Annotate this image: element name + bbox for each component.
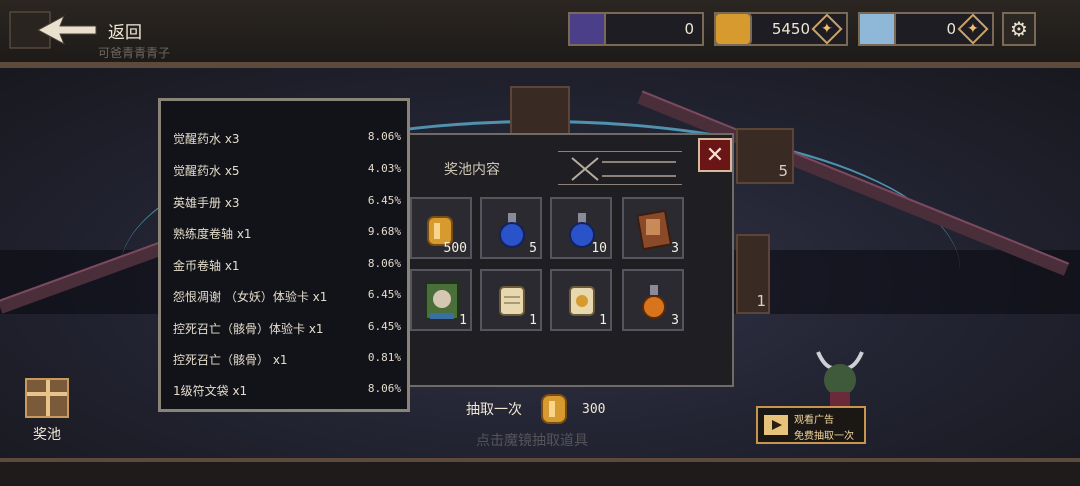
add-gold-button[interactable]: ✦ bbox=[811, 13, 843, 45]
prize-pool-panel: 奖池内容 ✕ 500 5 10 3 1 1 1 3 bbox=[404, 133, 734, 387]
back-arrow-icon bbox=[8, 8, 100, 52]
prize-item[interactable]: 1 bbox=[550, 269, 612, 331]
card-slot-side: 1 bbox=[736, 234, 770, 314]
list-item: 熟练度卷轴 x1 9.68% bbox=[173, 225, 401, 241]
pool-label: 奖池 bbox=[33, 427, 61, 443]
back-label: 返回 bbox=[108, 22, 142, 43]
item-qty: 3 bbox=[671, 313, 679, 328]
demon-mascot-icon bbox=[816, 351, 864, 408]
gold-coin-icon bbox=[714, 12, 752, 46]
card-slot-top bbox=[510, 86, 570, 136]
close-button[interactable]: ✕ bbox=[698, 138, 732, 172]
close-icon: ✕ bbox=[705, 142, 725, 168]
watch-ad-button[interactable]: 观看广告 免费抽取一次 bbox=[756, 406, 866, 444]
diamond-icon bbox=[858, 12, 896, 46]
currency-value: 5450 bbox=[771, 20, 810, 38]
draw-cost: 300 bbox=[582, 401, 606, 417]
card-count: 5 bbox=[778, 162, 788, 180]
currency-gold: 5450 ✦ bbox=[714, 12, 848, 46]
item-qty: 10 bbox=[591, 241, 607, 256]
list-item: 英雄手册 x3 6.45% bbox=[173, 194, 401, 210]
currency-value: 0 bbox=[946, 20, 956, 38]
gold-coin-icon bbox=[541, 394, 567, 424]
prize-item[interactable]: 1 bbox=[480, 269, 542, 331]
card-side-count: 1 bbox=[756, 292, 766, 310]
list-item: 金币卷轴 x1 8.06% bbox=[173, 257, 401, 273]
prize-item[interactable]: 3 bbox=[622, 269, 684, 331]
probability-list[interactable]: 觉醒药水 x3 8.06% 觉醒药水 x5 4.03% 英雄手册 x3 6.45% 熟… bbox=[158, 98, 410, 412]
list-item: 觉醒药水 x3 8.06% bbox=[173, 130, 401, 146]
list-item: 1级符文袋 x1 8.06% bbox=[173, 382, 401, 398]
currency-gem-card: 0 bbox=[568, 12, 704, 46]
prize-item[interactable]: 500 bbox=[410, 197, 472, 259]
video-icon bbox=[764, 415, 788, 435]
trial-card-icon bbox=[425, 282, 459, 320]
prize-item[interactable]: 3 bbox=[622, 197, 684, 259]
prize-pool-title: 奖池内容 bbox=[444, 162, 500, 178]
bottom-bar-background bbox=[0, 458, 1080, 486]
player-name: 可爸青青青子 bbox=[98, 46, 171, 60]
draw-once-button[interactable]: 抽取一次 300 bbox=[466, 392, 636, 426]
orange-potion-icon bbox=[642, 285, 666, 319]
prize-item[interactable]: 5 bbox=[480, 197, 542, 259]
gear-icon: ⚙ bbox=[1010, 17, 1028, 41]
ad-label-bottom: 免费抽取一次 bbox=[794, 431, 854, 442]
list-item: 控死召亡（骸骨）体验卡 x1 6.45% bbox=[173, 320, 401, 336]
list-item: 觉醒药水 x5 4.03% bbox=[173, 162, 401, 178]
settings-button[interactable]: ⚙ bbox=[1002, 12, 1036, 46]
ornament-divider bbox=[558, 151, 682, 185]
prize-item[interactable]: 1 bbox=[410, 269, 472, 331]
list-item: 怨恨凋谢 （女妖）体验卡 x1 6.45% bbox=[173, 288, 401, 304]
add-diamond-button[interactable]: ✦ bbox=[957, 13, 989, 45]
list-item: 控死召亡（骸骨） x1 0.81% bbox=[173, 351, 401, 367]
item-qty: 5 bbox=[529, 241, 537, 256]
hero-book-icon bbox=[636, 209, 673, 251]
item-qty: 1 bbox=[459, 313, 467, 328]
gold-scroll-icon bbox=[569, 286, 595, 316]
item-qty: 3 bbox=[671, 241, 679, 256]
gift-box-icon bbox=[25, 378, 69, 418]
prize-item[interactable]: 10 bbox=[550, 197, 612, 259]
item-qty: 500 bbox=[443, 241, 467, 256]
scroll-icon bbox=[499, 286, 525, 316]
item-qty: 1 bbox=[529, 313, 537, 328]
gem-card-icon bbox=[568, 12, 606, 46]
currency-diamond: 0 ✦ bbox=[858, 12, 994, 46]
card-slot-right: 5 bbox=[736, 128, 794, 184]
pool-button[interactable]: 奖池 bbox=[25, 378, 69, 443]
item-qty: 1 bbox=[599, 313, 607, 328]
currency-value: 0 bbox=[684, 20, 694, 38]
draw-label: 抽取一次 bbox=[466, 402, 522, 418]
ad-label-top: 观看广告 bbox=[794, 415, 834, 426]
blue-potion-icon bbox=[499, 213, 525, 248]
draw-hint: 点击魔镜抽取道具 bbox=[476, 433, 588, 449]
